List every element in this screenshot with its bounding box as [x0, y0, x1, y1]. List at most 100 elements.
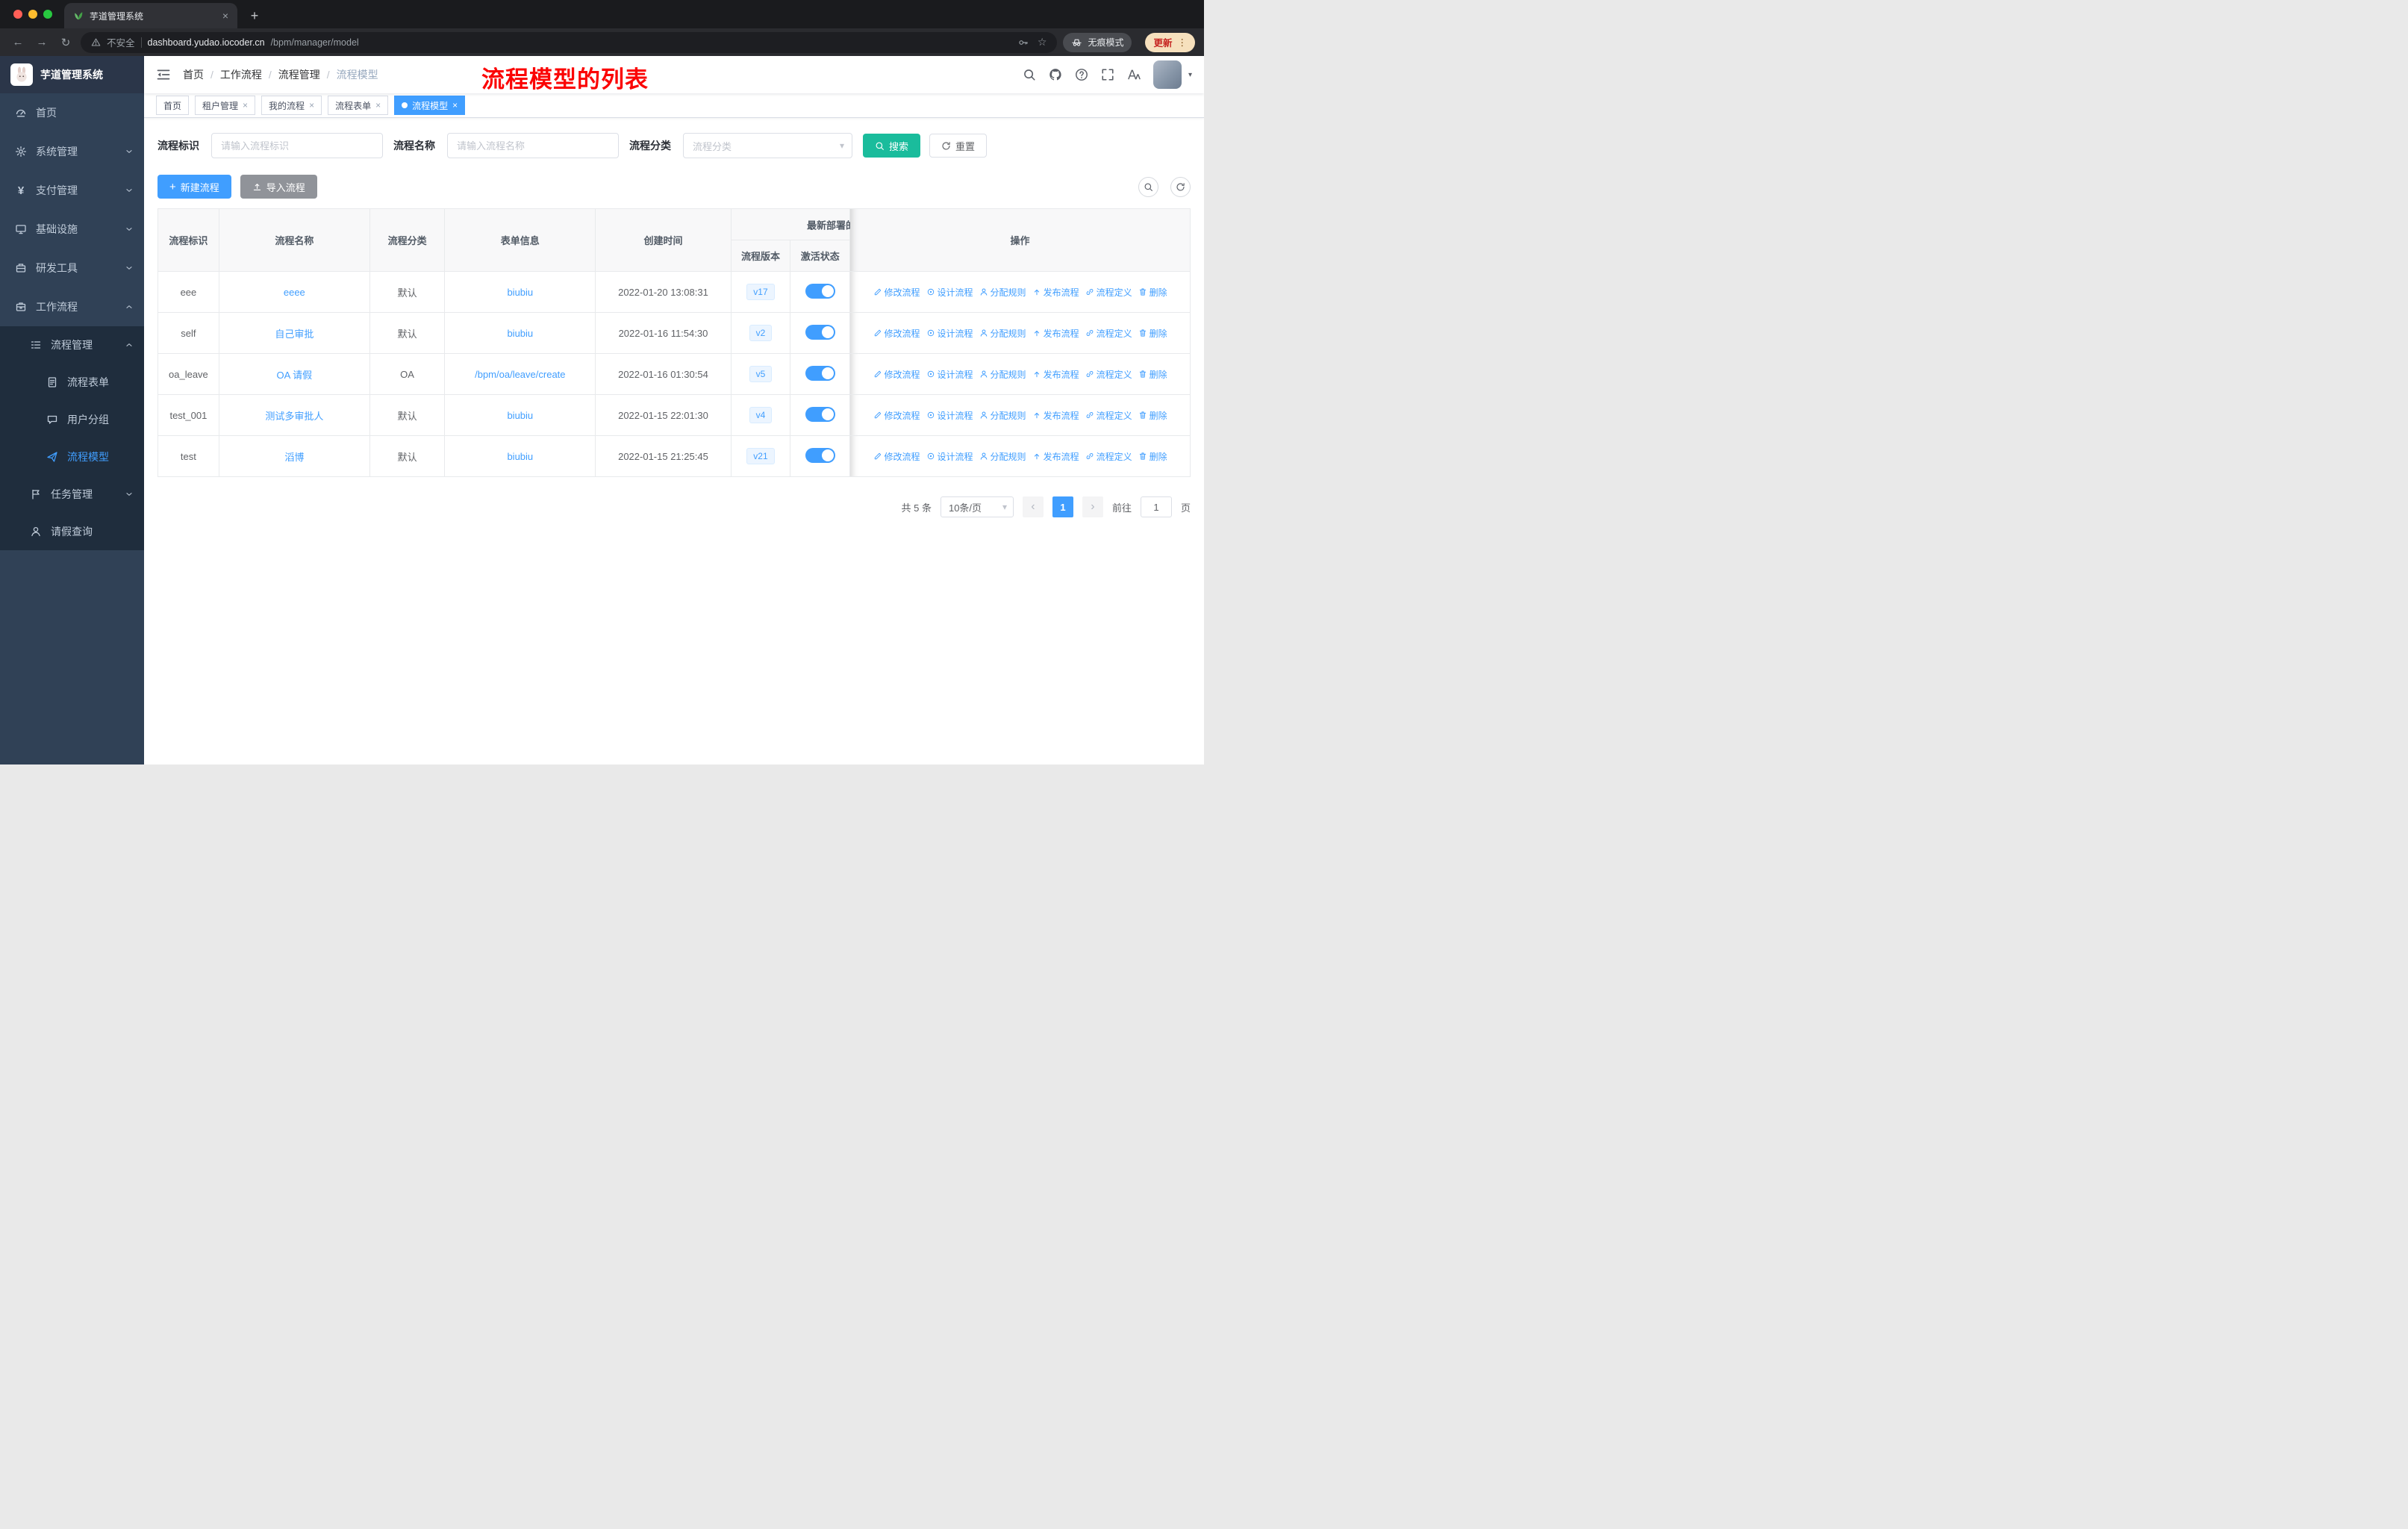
design-process-link[interactable]: 设计流程: [926, 327, 973, 340]
process-name-link[interactable]: OA 请假: [276, 370, 312, 381]
tab-close-icon[interactable]: ×: [222, 10, 228, 22]
sidebar-item-process-model[interactable]: 流程模型: [0, 438, 144, 476]
new-tab-button[interactable]: +: [245, 6, 264, 25]
modify-process-link[interactable]: 修改流程: [873, 368, 920, 381]
back-button[interactable]: ←: [9, 36, 27, 49]
modify-process-link[interactable]: 修改流程: [873, 409, 920, 422]
create-process-button[interactable]: + 新建流程: [157, 175, 231, 199]
tag-my-process[interactable]: 我的流程 ×: [261, 96, 322, 115]
toggle-search-button[interactable]: [1138, 176, 1158, 197]
font-size-icon[interactable]: [1127, 68, 1141, 81]
user-avatar[interactable]: [1152, 60, 1182, 89]
process-definition-link[interactable]: 流程定义: [1085, 409, 1132, 422]
refresh-table-button[interactable]: [1170, 176, 1191, 197]
assign-rules-link[interactable]: 分配规则: [979, 409, 1026, 422]
password-key-icon[interactable]: [1018, 37, 1029, 48]
search-button[interactable]: 搜索: [863, 134, 921, 158]
delete-link[interactable]: 删除: [1138, 368, 1167, 381]
publish-process-link[interactable]: 发布流程: [1032, 286, 1079, 299]
bookmark-star-icon[interactable]: ☆: [1038, 36, 1047, 49]
page-1-button[interactable]: 1: [1052, 496, 1073, 517]
tag-process-form[interactable]: 流程表单 ×: [328, 96, 389, 115]
tag-close-icon[interactable]: ×: [452, 100, 458, 110]
process-definition-link[interactable]: 流程定义: [1085, 327, 1132, 340]
process-category-select[interactable]: 流程分类 ▾: [683, 133, 852, 158]
sidebar-item-system[interactable]: 系统管理: [0, 132, 144, 171]
browser-tab[interactable]: 芋道管理系统 ×: [64, 3, 237, 28]
browser-update-button[interactable]: 更新 ⋮: [1145, 32, 1195, 52]
forward-button[interactable]: →: [33, 36, 51, 49]
activation-toggle[interactable]: [805, 365, 835, 381]
publish-process-link[interactable]: 发布流程: [1032, 368, 1079, 381]
process-name-input[interactable]: [447, 133, 619, 158]
delete-link[interactable]: 删除: [1138, 450, 1167, 463]
activation-toggle[interactable]: [805, 447, 835, 463]
version-badge[interactable]: v17: [746, 283, 775, 301]
tag-close-icon[interactable]: ×: [309, 100, 314, 110]
sidebar-item-devtools[interactable]: 研发工具: [0, 249, 144, 287]
assign-rules-link[interactable]: 分配规则: [979, 327, 1026, 340]
assign-rules-link[interactable]: 分配规则: [979, 286, 1026, 299]
process-name-link[interactable]: eeee: [284, 287, 305, 298]
tag-process-model[interactable]: 流程模型 ×: [394, 96, 466, 115]
sidebar-item-process-management[interactable]: 流程管理: [0, 326, 144, 364]
publish-process-link[interactable]: 发布流程: [1032, 409, 1079, 422]
import-process-button[interactable]: 导入流程: [240, 175, 317, 199]
reload-button[interactable]: ↻: [57, 36, 75, 49]
process-definition-link[interactable]: 流程定义: [1085, 368, 1132, 381]
sidebar-item-workflow[interactable]: 工作流程: [0, 287, 144, 326]
version-badge[interactable]: v21: [746, 447, 775, 465]
breadcrumb-home[interactable]: 首页: [183, 67, 204, 82]
process-name-link[interactable]: 滔博: [284, 452, 304, 463]
delete-link[interactable]: 删除: [1138, 286, 1167, 299]
publish-process-link[interactable]: 发布流程: [1032, 327, 1079, 340]
help-icon[interactable]: [1075, 68, 1088, 81]
modify-process-link[interactable]: 修改流程: [873, 286, 920, 299]
fullscreen-icon[interactable]: [1101, 68, 1114, 81]
process-name-link[interactable]: 自己审批: [275, 328, 314, 340]
activation-toggle[interactable]: [805, 324, 835, 340]
activation-toggle[interactable]: [805, 283, 835, 299]
form-info-link[interactable]: biubiu: [507, 410, 533, 421]
design-process-link[interactable]: 设计流程: [926, 368, 973, 381]
page-size-select[interactable]: 10条/页 ▾: [940, 496, 1014, 517]
process-definition-link[interactable]: 流程定义: [1085, 450, 1132, 463]
delete-link[interactable]: 删除: [1138, 327, 1167, 340]
breadcrumb-workflow[interactable]: 工作流程: [220, 67, 262, 82]
design-process-link[interactable]: 设计流程: [926, 286, 973, 299]
modify-process-link[interactable]: 修改流程: [873, 327, 920, 340]
modify-process-link[interactable]: 修改流程: [873, 450, 920, 463]
sidebar-item-process-form[interactable]: 流程表单: [0, 364, 144, 401]
close-window-button[interactable]: [13, 10, 22, 19]
sidebar-item-user-group[interactable]: 用户分组: [0, 401, 144, 438]
goto-page-input[interactable]: [1140, 496, 1172, 517]
maximize-window-button[interactable]: [43, 10, 52, 19]
tag-close-icon[interactable]: ×: [375, 100, 381, 110]
tag-home[interactable]: 首页: [156, 96, 190, 115]
sidebar-item-infrastructure[interactable]: 基础设施: [0, 210, 144, 249]
activation-toggle[interactable]: [805, 406, 835, 422]
sidebar-item-leave-query[interactable]: 请假查询: [0, 513, 144, 550]
form-info-link[interactable]: biubiu: [507, 287, 533, 298]
version-badge[interactable]: v2: [749, 324, 773, 342]
assign-rules-link[interactable]: 分配规则: [979, 368, 1026, 381]
breadcrumb-process-management[interactable]: 流程管理: [278, 67, 320, 82]
design-process-link[interactable]: 设计流程: [926, 409, 973, 422]
prev-page-button[interactable]: ‹: [1022, 496, 1044, 517]
next-page-button[interactable]: ›: [1082, 496, 1103, 517]
search-icon[interactable]: [1023, 68, 1036, 81]
tag-tenant[interactable]: 租户管理 ×: [195, 96, 256, 115]
sidebar-item-task-management[interactable]: 任务管理: [0, 476, 144, 513]
process-key-input[interactable]: [211, 133, 383, 158]
form-info-link[interactable]: biubiu: [507, 328, 533, 339]
sidebar-item-payment[interactable]: ¥ 支付管理: [0, 171, 144, 210]
github-icon[interactable]: [1049, 68, 1062, 81]
version-badge[interactable]: v5: [749, 365, 773, 383]
process-definition-link[interactable]: 流程定义: [1085, 286, 1132, 299]
form-info-link[interactable]: /bpm/oa/leave/create: [475, 369, 565, 380]
address-bar[interactable]: 不安全 dashboard.yudao.iocoder.cn/bpm/manag…: [81, 31, 1058, 53]
form-info-link[interactable]: biubiu: [507, 451, 533, 462]
version-badge[interactable]: v4: [749, 406, 773, 424]
tag-close-icon[interactable]: ×: [243, 100, 248, 110]
sidebar-collapse-icon[interactable]: [156, 67, 171, 82]
